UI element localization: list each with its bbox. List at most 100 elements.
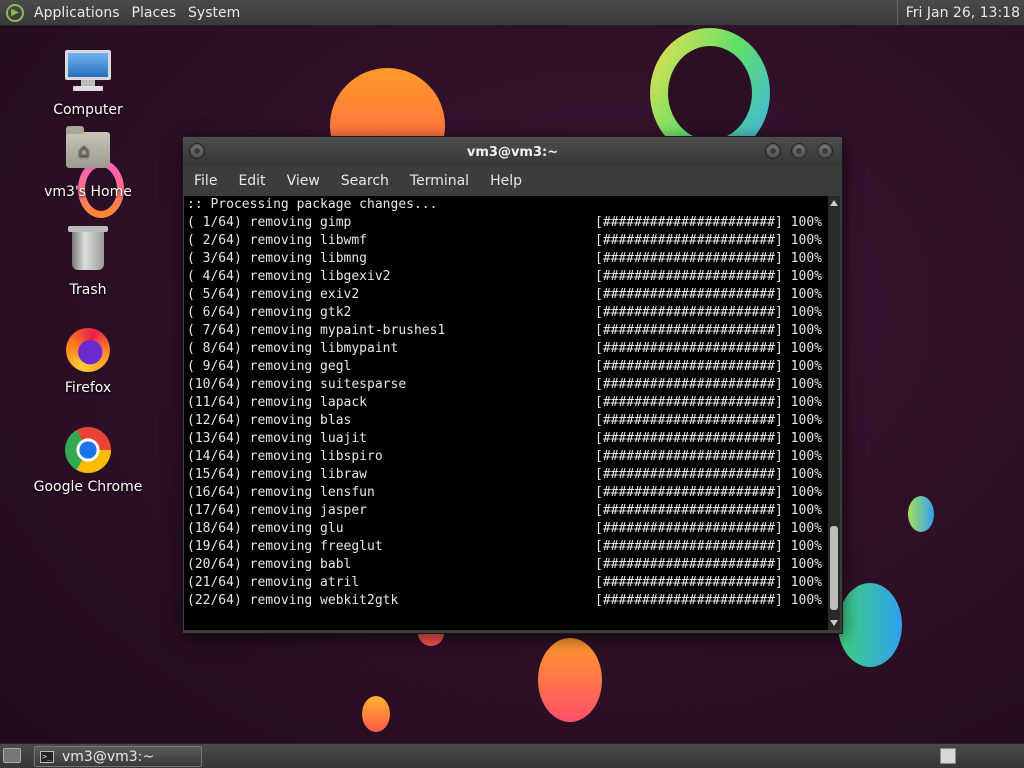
progress-bar-text: [######################] 100%: [595, 485, 822, 500]
terminal-line: ( 8/64) removing libmypaint [############…: [184, 340, 828, 358]
show-desktop-icon[interactable]: [3, 748, 21, 763]
desktop-icon-label: Google Chrome: [33, 479, 143, 495]
terminal-line-text: (18/64) removing glu: [187, 521, 344, 536]
terminal-line: ( 5/64) removing exiv2 [#################…: [184, 286, 828, 304]
maximize-button[interactable]: [791, 143, 807, 159]
progress-bar-text: [######################] 100%: [595, 395, 822, 410]
chrome-icon: [64, 427, 112, 475]
terminal-line-text: (13/64) removing luajit: [187, 431, 368, 446]
progress-bar-text: [######################] 100%: [595, 377, 822, 392]
terminal-titlebar[interactable]: vm3@vm3:~: [183, 137, 842, 167]
desktop-icon-trash[interactable]: Trash: [28, 226, 148, 298]
terminal-line: (21/64) removing atril [#################…: [184, 574, 828, 592]
terminal-line-text: (10/64) removing suitesparse: [187, 377, 407, 392]
terminal-title: vm3@vm3:~: [466, 144, 559, 160]
progress-bar-text: [######################] 100%: [595, 341, 822, 356]
taskbar-item-terminal[interactable]: >_ vm3@vm3:~: [34, 746, 202, 767]
terminal-line: (12/64) removing blas [##################…: [184, 412, 828, 430]
computer-icon: [64, 50, 112, 98]
terminal-window[interactable]: vm3@vm3:~ File Edit View Search Terminal…: [182, 136, 843, 634]
minimize-button[interactable]: [765, 143, 781, 159]
menu-search[interactable]: Search: [330, 173, 399, 189]
terminal-line: ( 7/64) removing mypaint-brushes1 [######…: [184, 322, 828, 340]
desktop-icon-label: vm3's Home: [44, 184, 132, 200]
desktop-icon-label: Firefox: [64, 380, 112, 396]
desktop-icon-firefox[interactable]: Firefox: [28, 326, 148, 396]
terminal-line-text: (17/64) removing jasper: [187, 503, 368, 518]
window-menu-button[interactable]: [189, 143, 205, 159]
terminal-line: ( 2/64) removing libwmf [################…: [184, 232, 828, 250]
scroll-down-arrow-icon[interactable]: [830, 620, 838, 626]
progress-bar-text: [######################] 100%: [595, 233, 822, 248]
terminal-line: (11/64) removing lapack [################…: [184, 394, 828, 412]
terminal-line-text: (22/64) removing webkit2gtk: [187, 593, 399, 608]
menu-edit[interactable]: Edit: [227, 173, 275, 189]
terminal-line: (18/64) removing glu [###################…: [184, 520, 828, 538]
terminal-header-line: :: Processing package changes...: [187, 197, 438, 212]
progress-bar-text: [######################] 100%: [595, 557, 822, 572]
terminal-line-text: ( 8/64) removing libmypaint: [187, 341, 399, 356]
bottom-panel: >_ vm3@vm3:~: [0, 743, 1024, 768]
terminal-menubar: File Edit View Search Terminal Help: [183, 167, 842, 195]
terminal-line-text: (19/64) removing freeglut: [187, 539, 383, 554]
top-panel: ▶ Applications Places System Fri Jan 26,…: [0, 0, 1024, 26]
terminal-scrollbar[interactable]: [828, 196, 840, 630]
menu-help[interactable]: Help: [479, 173, 532, 189]
menu-places[interactable]: Places: [128, 5, 185, 21]
terminal-line: (17/64) removing jasper [################…: [184, 502, 828, 520]
firefox-icon: [64, 328, 112, 376]
wallpaper-bubble: [908, 496, 934, 532]
clock[interactable]: Fri Jan 26, 13:18: [896, 0, 1024, 25]
terminal-line-text: (14/64) removing libspiro: [187, 449, 383, 464]
terminal-line: (15/64) removing libraw [################…: [184, 466, 828, 484]
terminal-line-text: ( 6/64) removing gtk2: [187, 305, 352, 320]
progress-bar-text: [######################] 100%: [595, 305, 822, 320]
menu-terminal[interactable]: Terminal: [399, 173, 479, 189]
terminal-line: (20/64) removing babl [##################…: [184, 556, 828, 574]
progress-bar-text: [######################] 100%: [595, 593, 822, 608]
progress-bar-text: [######################] 100%: [595, 431, 822, 446]
mate-logo-icon[interactable]: ▶: [6, 3, 24, 22]
scroll-up-arrow-icon[interactable]: [830, 200, 838, 206]
terminal-icon: >_: [40, 750, 54, 763]
terminal-line-text: ( 7/64) removing mypaint-brushes1: [187, 323, 446, 338]
terminal-line: ( 1/64) removing gimp [##################…: [184, 214, 828, 232]
progress-bar-text: [######################] 100%: [595, 413, 822, 428]
progress-bar-text: [######################] 100%: [595, 323, 822, 338]
terminal-line: ( 3/64) removing libmng [################…: [184, 250, 828, 268]
progress-bar-text: [######################] 100%: [595, 449, 822, 464]
menu-view[interactable]: View: [276, 173, 330, 189]
menu-file[interactable]: File: [183, 173, 227, 189]
desktop-icon-label: Trash: [69, 282, 107, 298]
progress-bar-text: [######################] 100%: [595, 539, 822, 554]
terminal-line: (13/64) removing luajit [################…: [184, 430, 828, 448]
terminal-line: ( 9/64) removing gegl [##################…: [184, 358, 828, 376]
trash-icon: [64, 226, 112, 278]
desktop-icon-home[interactable]: ⌂ vm3's Home: [28, 126, 148, 200]
menu-system[interactable]: System: [184, 5, 248, 21]
terminal-line: ( 4/64) removing libgexiv2 [#############…: [184, 268, 828, 286]
menu-applications[interactable]: Applications: [30, 5, 128, 21]
wallpaper-bubble: [362, 696, 390, 732]
desktop-icon-chrome[interactable]: Google Chrome: [28, 426, 148, 495]
scrollbar-thumb[interactable]: [830, 526, 838, 610]
progress-bar-text: [######################] 100%: [595, 503, 822, 518]
terminal-line-text: ( 2/64) removing libwmf: [187, 233, 368, 248]
desktop-icon-computer[interactable]: Computer: [28, 46, 148, 118]
progress-bar-text: [######################] 100%: [595, 269, 822, 284]
terminal-line: (10/64) removing suitesparse [###########…: [184, 376, 828, 394]
progress-bar-text: [######################] 100%: [595, 287, 822, 302]
progress-bar-text: [######################] 100%: [595, 215, 822, 230]
progress-bar-text: [######################] 100%: [595, 251, 822, 266]
progress-bar-text: [######################] 100%: [595, 467, 822, 482]
progress-bar-text: [######################] 100%: [595, 359, 822, 374]
workspace-switcher[interactable]: [940, 748, 956, 764]
home-folder-icon: ⌂: [64, 126, 112, 180]
terminal-line-text: ( 5/64) removing exiv2: [187, 287, 360, 302]
terminal-line-text: ( 3/64) removing libmng: [187, 251, 368, 266]
progress-bar-text: [######################] 100%: [595, 575, 822, 590]
terminal-line-text: ( 1/64) removing gimp: [187, 215, 352, 230]
terminal-line-text: ( 4/64) removing libgexiv2: [187, 269, 391, 284]
terminal-output[interactable]: :: Processing package changes... ( 1/64)…: [184, 196, 828, 630]
close-button[interactable]: [817, 143, 833, 159]
